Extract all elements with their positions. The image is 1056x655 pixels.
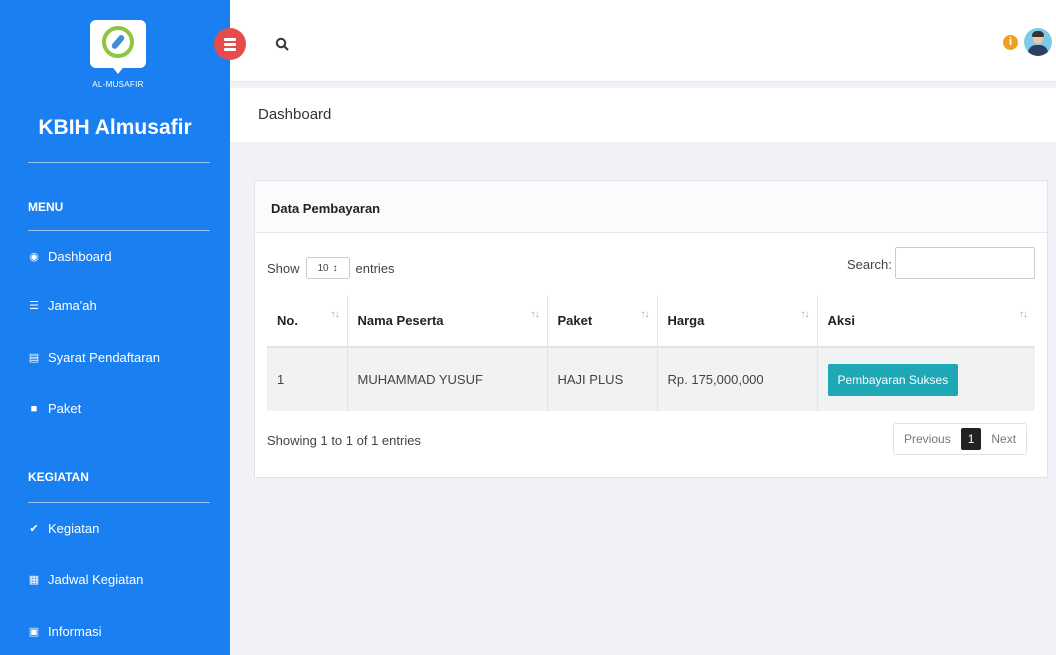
cell-aksi: Pembayaran Sukses xyxy=(817,347,1035,411)
cell-paket: HAJI PLUS xyxy=(547,347,658,411)
divider xyxy=(28,162,210,163)
folder-icon: ■ xyxy=(30,402,38,415)
page-title: Dashboard xyxy=(258,106,332,123)
pagination-page-1[interactable]: 1 xyxy=(960,428,982,450)
topbar xyxy=(230,0,1056,82)
updown-icon: ↕ xyxy=(332,262,338,274)
sidebar-item-jamaah[interactable]: ☰ Jama'ah xyxy=(28,298,97,313)
column-header-aksi[interactable]: Aksi ↑↓ xyxy=(817,295,1035,348)
column-header-nama-peserta[interactable]: Nama Peserta ↑↓ xyxy=(347,295,548,348)
column-header-no[interactable]: No. ↑↓ xyxy=(267,295,348,348)
sidebar-item-label: Jama'ah xyxy=(48,298,97,313)
search-icon[interactable] xyxy=(275,37,289,51)
sidebar-item-syarat-pendaftaran[interactable]: ▤ Syarat Pendaftaran xyxy=(28,350,160,365)
card-title: Data Pembayaran xyxy=(271,201,381,216)
payment-data-card: Data Pembayaran Show 10 ↕ entries Search:… xyxy=(254,180,1048,478)
page-header: Dashboard xyxy=(230,88,1056,142)
sidebar-item-label: Informasi xyxy=(48,624,102,639)
sort-icon: ↑↓ xyxy=(530,309,540,320)
table-row: 1 MUHAMMAD YUSUF HAJI PLUS Rp. 175,000,0… xyxy=(267,347,1035,411)
sidebar-item-paket[interactable]: ■ Paket xyxy=(28,401,82,416)
pagination-next[interactable]: Next xyxy=(981,424,1026,454)
sort-icon: ↑↓ xyxy=(800,309,810,320)
sidebar-item-dashboard[interactable]: ◉ Dashboard xyxy=(28,249,112,264)
image-icon: ▣ xyxy=(28,625,40,638)
payment-table: No. ↑↓ Nama Peserta ↑↓ Paket ↑↓ Harga ↑↓ Aks… xyxy=(267,295,1035,411)
entries-length-select[interactable]: 10 ↕ xyxy=(305,257,350,279)
logo xyxy=(90,20,146,80)
cell-harga: Rp. 175,000,000 xyxy=(657,347,818,411)
sort-icon: ↑↓ xyxy=(640,309,650,320)
compass-icon xyxy=(102,26,134,58)
card-header: Data Pembayaran xyxy=(255,181,1047,233)
avatar[interactable] xyxy=(1024,28,1052,56)
cell-no: 1 xyxy=(267,347,348,411)
table-info: Showing 1 to 1 of 1 entries xyxy=(267,433,421,448)
section-kegiatan: KEGIATAN xyxy=(28,470,89,484)
sidebar-item-label: Syarat Pendaftaran xyxy=(48,350,161,365)
pagination: Previous 1 Next xyxy=(893,423,1028,455)
search-label: Search: xyxy=(847,257,892,272)
divider xyxy=(28,502,210,503)
sidebar-item-label: Paket xyxy=(48,401,82,416)
list-alt-icon: ▤ xyxy=(28,351,40,364)
entries-length-control: Show 10 ↕ entries xyxy=(267,257,395,279)
pagination-previous[interactable]: Previous xyxy=(894,424,961,454)
section-menu: MENU xyxy=(28,200,64,214)
sidebar-item-kegiatan[interactable]: ✔ Kegiatan xyxy=(28,521,99,536)
sidebar-item-label: Jadwal Kegiatan xyxy=(48,572,144,587)
sidebar-item-informasi[interactable]: ▣ Informasi xyxy=(28,624,102,639)
brand-title: KBIH Almusafir xyxy=(38,116,192,139)
sidebar-item-label: Dashboard xyxy=(48,249,112,264)
sort-icon: ↑↓ xyxy=(1019,309,1028,320)
info-icon[interactable]: i xyxy=(1003,35,1018,50)
check-icon: ✔ xyxy=(29,522,39,535)
payment-success-button[interactable]: Pembayaran Sukses xyxy=(827,363,959,396)
column-header-paket[interactable]: Paket ↑↓ xyxy=(547,295,658,348)
calendar-icon: ▦ xyxy=(28,573,40,586)
sort-icon: ↑↓ xyxy=(330,309,340,320)
entries-label: entries xyxy=(355,260,395,276)
divider xyxy=(28,230,210,231)
sidebar: AL-MUSAFIR KBIH Almusafir MENU ◉ Dashboa… xyxy=(0,0,230,655)
cell-nama-peserta: MUHAMMAD YUSUF xyxy=(347,347,548,411)
dashboard-icon: ◉ xyxy=(29,250,39,263)
search-input[interactable] xyxy=(895,247,1035,279)
list-icon: ☰ xyxy=(29,299,39,312)
column-header-harga[interactable]: Harga ↑↓ xyxy=(657,295,818,348)
show-label: Show xyxy=(267,260,300,276)
sidebar-item-jadwal-kegiatan[interactable]: ▦ Jadwal Kegiatan xyxy=(28,572,144,587)
logo-text: AL-MUSAFIR xyxy=(92,80,144,89)
sidebar-item-label: Kegiatan xyxy=(48,521,100,536)
sidebar-toggle-button[interactable] xyxy=(214,28,246,60)
